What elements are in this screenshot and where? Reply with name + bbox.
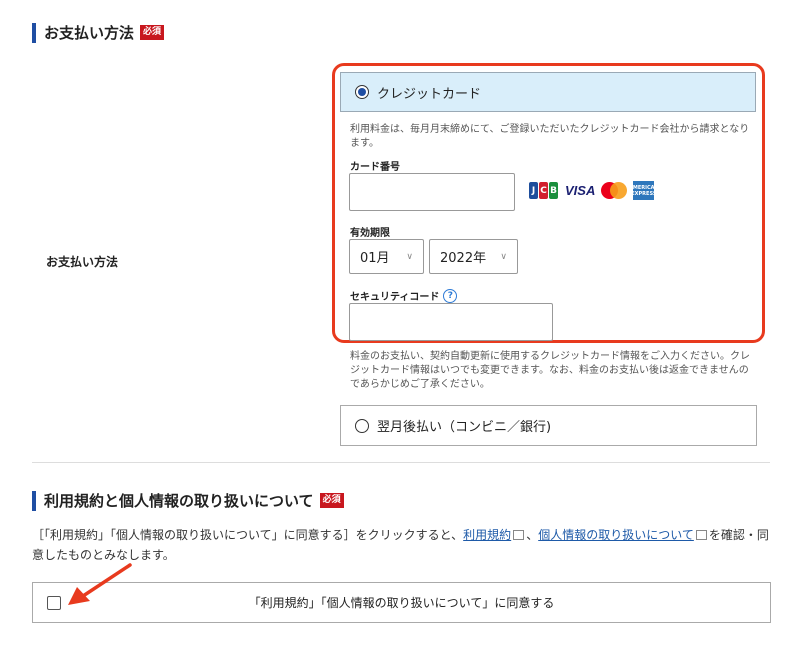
credit-card-note: 利用料金は、毎月月末締めにて、ご登録いただいたクレジットカード会社から請求となり… bbox=[350, 124, 750, 149]
visa-logo-icon: VISA bbox=[565, 183, 596, 198]
help-icon[interactable]: ? bbox=[443, 288, 458, 303]
credit-card-option-label: クレジットカード bbox=[377, 86, 482, 102]
expiry-label: 有効期限 bbox=[350, 228, 390, 239]
agree-label: 「利用規約」「個人情報の取り扱いについて」に同意する bbox=[248, 596, 555, 610]
terms-link[interactable]: 利用規約 bbox=[463, 528, 511, 542]
expiry-year-select[interactable]: 2022年 ∨ bbox=[429, 239, 518, 274]
terms-section-title: 利用規約と個人情報の取り扱いについて 必須 bbox=[32, 490, 344, 511]
payment-row-label: お支払い方法 bbox=[46, 255, 119, 269]
consent-description: ［「利用規約」「個人情報の取り扱いについて」に同意する］をクリックすると、利用規… bbox=[32, 525, 772, 565]
card-number-label: カード番号 bbox=[350, 162, 400, 173]
section-accent-bar bbox=[32, 22, 36, 43]
payment-section-title: お支払い方法 必須 bbox=[32, 22, 165, 43]
chevron-down-icon: ∨ bbox=[500, 251, 507, 262]
expiry-month-value: 01月 bbox=[360, 251, 390, 266]
jcb-logo-icon: JCB bbox=[529, 182, 559, 199]
deferred-payment-option[interactable]: 翌月後払い（コンビニ／銀行) bbox=[340, 405, 757, 446]
security-code-input[interactable] bbox=[349, 303, 553, 341]
expiry-month-select[interactable]: 01月 ∨ bbox=[349, 239, 424, 274]
agree-terms-row[interactable]: 「利用規約」「個人情報の取り扱いについて」に同意する bbox=[32, 582, 771, 623]
external-window-icon bbox=[513, 530, 525, 540]
section-divider bbox=[32, 462, 770, 463]
required-badge: 必須 bbox=[319, 493, 344, 508]
mastercard-logo-icon bbox=[601, 182, 628, 199]
section-accent-bar bbox=[32, 490, 36, 511]
external-window-icon bbox=[695, 530, 707, 540]
expiry-year-value: 2022年 bbox=[440, 251, 487, 266]
deferred-payment-option-label: 翌月後払い（コンビニ／銀行) bbox=[377, 420, 552, 435]
security-code-label: セキュリティコード ? bbox=[350, 288, 458, 303]
credit-card-radio[interactable] bbox=[355, 85, 369, 99]
payment-section-title-text: お支払い方法 bbox=[44, 24, 135, 42]
chevron-down-icon: ∨ bbox=[406, 251, 413, 262]
terms-section-title-text: 利用規約と個人情報の取り扱いについて bbox=[44, 492, 314, 510]
credit-card-notice: 料金のお支払い、契約自動更新に使用するクレジットカード情報をご入力ください。クレ… bbox=[350, 351, 750, 390]
consent-separator: 、 bbox=[526, 528, 539, 542]
required-badge: 必須 bbox=[140, 25, 165, 40]
security-code-label-text: セキュリティコード bbox=[350, 292, 440, 303]
privacy-link[interactable]: 個人情報の取り扱いについて bbox=[538, 528, 694, 542]
card-number-input[interactable] bbox=[349, 173, 515, 211]
card-brands: JCB VISA AMERICAN EXPRESS bbox=[529, 181, 659, 200]
annotation-arrow-icon bbox=[68, 563, 132, 605]
deferred-payment-radio[interactable] bbox=[355, 418, 369, 433]
consent-text-before: ［「利用規約」「個人情報の取り扱いについて」に同意する］をクリックすると、 bbox=[32, 528, 464, 542]
credit-card-option[interactable]: クレジットカード bbox=[340, 72, 756, 112]
agree-checkbox[interactable] bbox=[47, 595, 61, 610]
amex-logo-icon: AMERICAN EXPRESS bbox=[629, 181, 659, 200]
